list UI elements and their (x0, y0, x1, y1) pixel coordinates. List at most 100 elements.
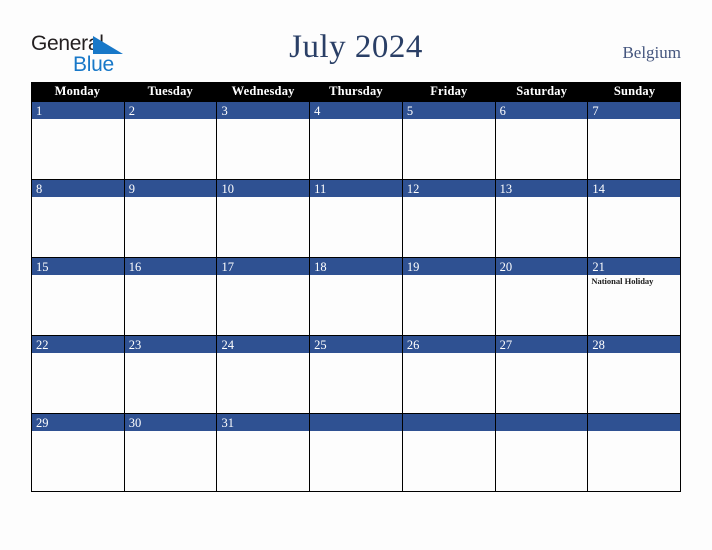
weekday-header-monday: Monday (54, 84, 101, 98)
day-number-band: 7 (588, 102, 681, 119)
calendar-day-cell[interactable]: 12 (402, 180, 496, 257)
calendar-day-cell[interactable]: 20 (495, 258, 589, 335)
calendar-day-cell[interactable]: 1 (31, 102, 125, 179)
calendar-empty-cell[interactable] (310, 414, 403, 491)
calendar-day-cell[interactable]: 28 (588, 336, 682, 413)
calendar-day-cell[interactable]: 2 (124, 102, 218, 179)
calendar-weeks: 1 2 3 4 5 6 7 8 9 10 11 12 13 14 15 16 17 18 19 20 21 Nationa… (31, 101, 682, 492)
day-number: 22 (36, 338, 49, 352)
calendar-day-cell[interactable]: 5 (402, 102, 496, 179)
day-number-band: 6 (495, 102, 588, 119)
calendar-day-cell[interactable]: 7 (588, 102, 682, 179)
calendar-day-cell[interactable]: 6 (495, 102, 589, 179)
day-number: 15 (36, 260, 49, 274)
day-number: 28 (592, 338, 605, 352)
day-number-band: 30 (124, 414, 217, 431)
day-number-band (402, 414, 495, 431)
day-number-band: 2 (124, 102, 217, 119)
calendar-day-cell[interactable]: 19 (402, 258, 496, 335)
day-events (588, 119, 680, 120)
day-number: 1 (36, 104, 43, 118)
day-number: 13 (499, 182, 513, 196)
weekday-header-sunday: Sunday (613, 84, 656, 98)
day-number-band (495, 414, 588, 431)
page-header: General Blue July 2024 Belgium (0, 0, 712, 80)
calendar-day-cell[interactable]: 21 National Holiday (588, 258, 682, 335)
calendar-day-cell[interactable]: 27 (495, 336, 589, 413)
day-number-band: 16 (124, 258, 217, 275)
calendar-day-cell[interactable]: 8 (31, 180, 125, 257)
day-number-band: 15 (32, 258, 124, 275)
calendar-day-cell[interactable]: 13 (495, 180, 589, 257)
calendar-week-row: 8 9 10 11 12 13 14 (31, 180, 682, 258)
calendar-day-cell[interactable]: 4 (310, 102, 403, 179)
calendar-day-cell[interactable]: 29 (31, 414, 125, 491)
day-number: 2 (128, 104, 135, 118)
calendar-day-cell[interactable]: 22 (31, 336, 125, 413)
day-events (32, 119, 124, 120)
calendar-empty-cell[interactable] (402, 414, 496, 491)
day-number-band: 5 (402, 102, 495, 119)
day-number: 24 (221, 338, 234, 352)
calendar-day-cell[interactable]: 15 (31, 258, 125, 335)
day-number: 5 (406, 104, 414, 118)
day-number: 16 (128, 260, 142, 274)
day-number-band: 26 (402, 336, 495, 353)
day-number: 14 (592, 182, 605, 196)
day-number-band: 4 (310, 102, 402, 119)
page-title: July 2024 (289, 29, 423, 65)
day-number: 27 (499, 338, 513, 352)
day-number: 9 (128, 182, 135, 196)
day-number-band: 1 (32, 102, 124, 119)
day-number: 25 (314, 338, 327, 352)
day-number: 31 (221, 416, 234, 430)
day-number: 20 (499, 260, 513, 274)
calendar-empty-cell[interactable] (495, 414, 589, 491)
day-events (496, 119, 588, 120)
day-events (310, 119, 402, 120)
calendar-day-cell[interactable]: 18 (310, 258, 403, 335)
calendar-day-cell[interactable]: 30 (124, 414, 218, 491)
day-number-band: 21 (588, 258, 681, 275)
calendar-day-cell[interactable]: 14 (588, 180, 682, 257)
day-number-band: 22 (32, 336, 124, 353)
day-events (125, 197, 217, 198)
calendar-day-cell[interactable]: 31 (217, 414, 311, 491)
weekday-header-saturday: Saturday (516, 84, 568, 98)
day-events (217, 119, 309, 120)
day-number: 23 (128, 338, 142, 352)
calendar-day-cell[interactable]: 24 (217, 336, 311, 413)
calendar-day-cell[interactable]: 26 (402, 336, 496, 413)
day-number: 18 (314, 260, 327, 274)
day-number-band: 10 (217, 180, 310, 197)
day-number-band: 24 (217, 336, 310, 353)
calendar-day-cell[interactable]: 3 (217, 102, 311, 179)
day-events (496, 431, 588, 432)
day-number: 12 (406, 182, 420, 196)
day-number-band (588, 414, 681, 431)
day-number: 19 (406, 260, 420, 274)
day-number-band: 8 (32, 180, 124, 197)
calendar-day-cell[interactable]: 16 (124, 258, 218, 335)
calendar-day-cell[interactable]: 11 (310, 180, 403, 257)
calendar-day-cell[interactable]: 9 (124, 180, 218, 257)
calendar-day-cell[interactable]: 23 (124, 336, 218, 413)
day-events: National Holiday (588, 275, 680, 287)
day-events (588, 431, 680, 432)
day-number-band: 28 (588, 336, 681, 353)
day-number: 11 (314, 182, 327, 196)
day-number-band: 9 (124, 180, 217, 197)
day-number: 26 (406, 338, 420, 352)
calendar-day-cell[interactable]: 17 (217, 258, 311, 335)
country-label: Belgium (622, 43, 681, 62)
weekday-header-wednesday: Wednesday (231, 84, 295, 98)
calendar-day-cell[interactable]: 10 (217, 180, 311, 257)
calendar-week-row: 29 30 31 (31, 414, 682, 492)
day-number-band: 27 (495, 336, 588, 353)
calendar-empty-cell[interactable] (588, 414, 682, 491)
calendar-day-cell[interactable]: 25 (310, 336, 403, 413)
weekday-header-row: Monday Tuesday Wednesday Thursday Friday… (31, 82, 681, 101)
day-events (403, 431, 495, 432)
day-number-band: 17 (217, 258, 310, 275)
day-events (310, 431, 402, 432)
